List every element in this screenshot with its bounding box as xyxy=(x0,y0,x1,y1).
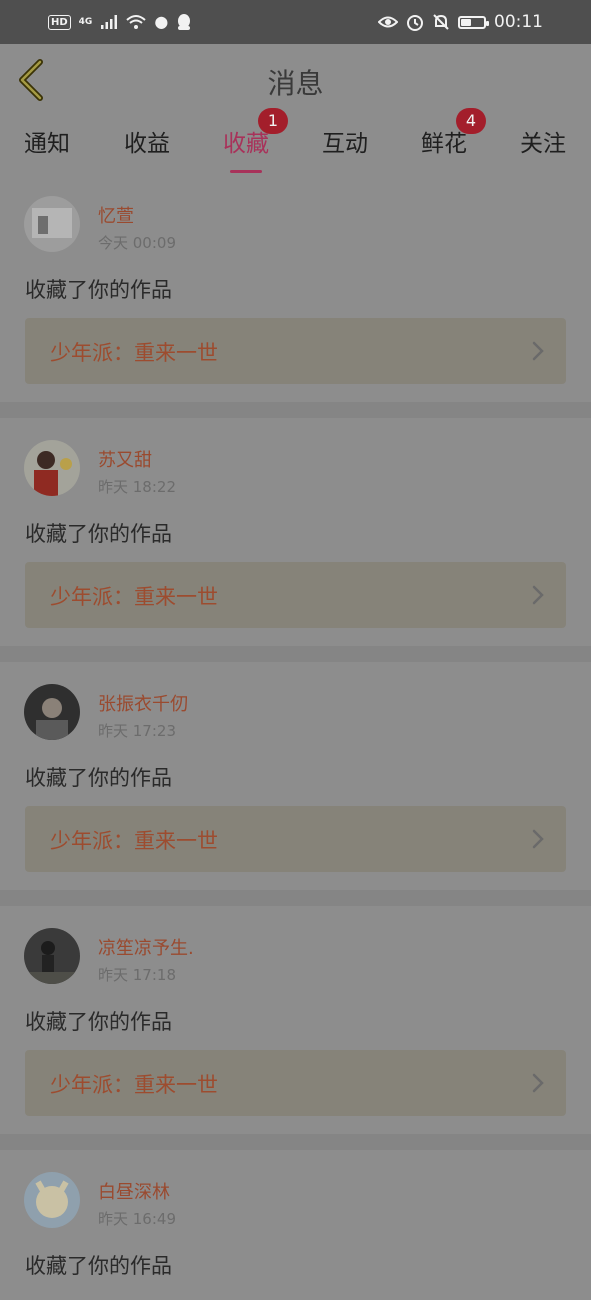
work-link[interactable]: 少年派：重来一世 xyxy=(25,806,566,872)
message-card[interactable]: 忆萱今天 00:09 收藏了你的作品少年派：重来一世 xyxy=(0,174,591,402)
message-time: 昨天 17:23 xyxy=(98,722,176,740)
message-card[interactable]: 张振衣千仞昨天 17:23 收藏了你的作品少年派：重来一世 xyxy=(0,662,591,890)
card-divider xyxy=(0,402,591,418)
status-bar-left: HD 4G ● xyxy=(48,13,192,31)
message-list: 忆萱 今天 00:09 收藏了你的作品 少年派：重来一世 苏又甜 昨天 18:22 收藏了你… xyxy=(0,174,591,1300)
alarm-icon xyxy=(407,15,423,31)
message-card[interactable]: 白昼深林昨天 16:49 收藏了你的作品 xyxy=(0,1150,591,1300)
page-title: 消息 xyxy=(267,67,324,100)
signal-icon xyxy=(101,15,118,29)
message-card[interactable]: 苏又甜昨天 18:22 收藏了你的作品少年派：重来一世 xyxy=(0,418,591,646)
tab-label: 收藏 xyxy=(223,131,269,157)
avatar[interactable] xyxy=(24,1172,80,1228)
lightbulb-icon: ● xyxy=(154,12,169,31)
tab-label: 收益 xyxy=(124,131,170,157)
message-time: 昨天 18:22 xyxy=(98,478,176,496)
user-name[interactable]: 白昼深林 xyxy=(98,1178,170,1204)
tab-4[interactable]: 鲜花 4 xyxy=(404,108,486,168)
tab-label: 通知 xyxy=(24,131,70,157)
work-link[interactable]: 少年派：重来一世 xyxy=(25,562,566,628)
eye-icon xyxy=(378,16,398,28)
message-action-text: 收藏了你的作品 xyxy=(25,1010,172,1034)
tab-badge: 1 xyxy=(258,108,288,134)
work-title: 少年派：重来一世 xyxy=(50,1073,218,1097)
user-name[interactable]: 苏又甜 xyxy=(98,446,152,472)
user-name[interactable]: 张振衣千仞 xyxy=(98,690,188,716)
user-name[interactable]: 凉笙凉予生. xyxy=(98,934,194,960)
avatar[interactable] xyxy=(24,196,80,252)
hd-icon: HD xyxy=(48,14,71,30)
message-time: 昨天 16:49 xyxy=(98,1210,176,1228)
user-name[interactable]: 忆萱 xyxy=(98,202,134,228)
card-divider xyxy=(0,646,591,662)
tab-badge: 4 xyxy=(456,108,486,134)
tab-5[interactable]: 关注 xyxy=(503,124,583,168)
message-action-text: 收藏了你的作品 xyxy=(25,766,172,790)
message-time: 昨天 17:18 xyxy=(98,966,176,984)
chevron-right-icon xyxy=(532,341,544,361)
message-action-text: 收藏了你的作品 xyxy=(25,278,172,302)
tab-3[interactable]: 互动 xyxy=(305,124,385,168)
network-type: 4G xyxy=(78,17,93,27)
avatar[interactable] xyxy=(24,440,80,496)
avatar[interactable] xyxy=(24,684,80,740)
chevron-right-icon xyxy=(532,1073,544,1093)
battery-fill xyxy=(461,18,471,26)
mute-bell-icon xyxy=(433,14,449,30)
tab-1[interactable]: 收益 xyxy=(107,124,187,168)
message-action-text: 收藏了你的作品 xyxy=(25,1254,172,1278)
work-title: 少年派：重来一世 xyxy=(50,829,218,853)
active-tab-underline xyxy=(230,170,262,173)
tab-label: 鲜花 xyxy=(421,131,467,157)
battery-icon xyxy=(458,15,489,29)
chevron-right-icon xyxy=(532,585,544,605)
tab-bar: 通知 收益 收藏 1 互动 鲜花 4 关注 xyxy=(0,108,591,174)
work-link[interactable]: 少年派：重来一世 xyxy=(25,318,566,384)
chevron-right-icon xyxy=(532,829,544,849)
wifi-icon xyxy=(126,15,146,29)
status-bar: HD 4G ● 00:11 xyxy=(0,0,591,44)
avatar[interactable] xyxy=(24,928,80,984)
header: 消息 xyxy=(0,44,591,116)
work-title: 少年派：重来一世 xyxy=(50,341,218,365)
status-bar-right: 00:11 xyxy=(378,12,543,32)
qq-icon xyxy=(178,14,191,30)
tab-label: 互动 xyxy=(322,131,368,157)
message-action-text: 收藏了你的作品 xyxy=(25,522,172,546)
message-card[interactable]: 凉笙凉予生. 昨天 17:18 收藏了你的作品少年派：重来一世 xyxy=(0,906,591,1134)
tab-0[interactable]: 通知 xyxy=(7,124,87,168)
tab-2[interactable]: 收藏 1 xyxy=(206,108,288,173)
work-title: 少年派：重来一世 xyxy=(50,585,218,609)
card-divider xyxy=(0,1134,591,1150)
message-time: 今天 00:09 xyxy=(98,234,176,252)
tab-label: 关注 xyxy=(520,131,566,157)
card-divider xyxy=(0,890,591,906)
work-link[interactable]: 少年派：重来一世 xyxy=(25,1050,566,1116)
status-time: 00:11 xyxy=(494,12,543,32)
